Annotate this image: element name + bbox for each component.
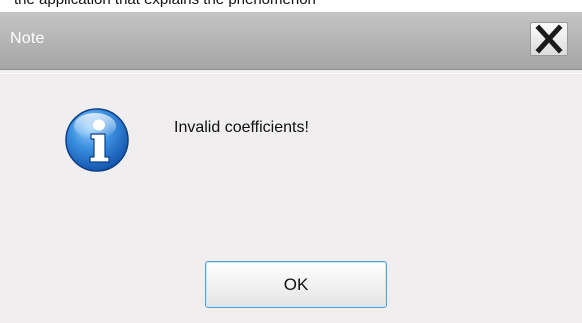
dialog-message: Invalid coefficients! <box>174 119 309 136</box>
close-icon <box>535 24 563 54</box>
content-divider <box>0 73 582 74</box>
dialog-titlebar[interactable]: Note <box>0 12 582 70</box>
dialog-title: Note <box>10 30 45 47</box>
info-icon <box>65 108 129 172</box>
close-button[interactable] <box>530 22 568 56</box>
background-caption: the application that explains the phenom… <box>14 0 316 8</box>
ok-button[interactable]: OK <box>205 261 387 308</box>
background-window-strip: the application that explains the phenom… <box>0 0 582 12</box>
note-dialog: Note Invalid coefficients! OK <box>0 12 582 323</box>
